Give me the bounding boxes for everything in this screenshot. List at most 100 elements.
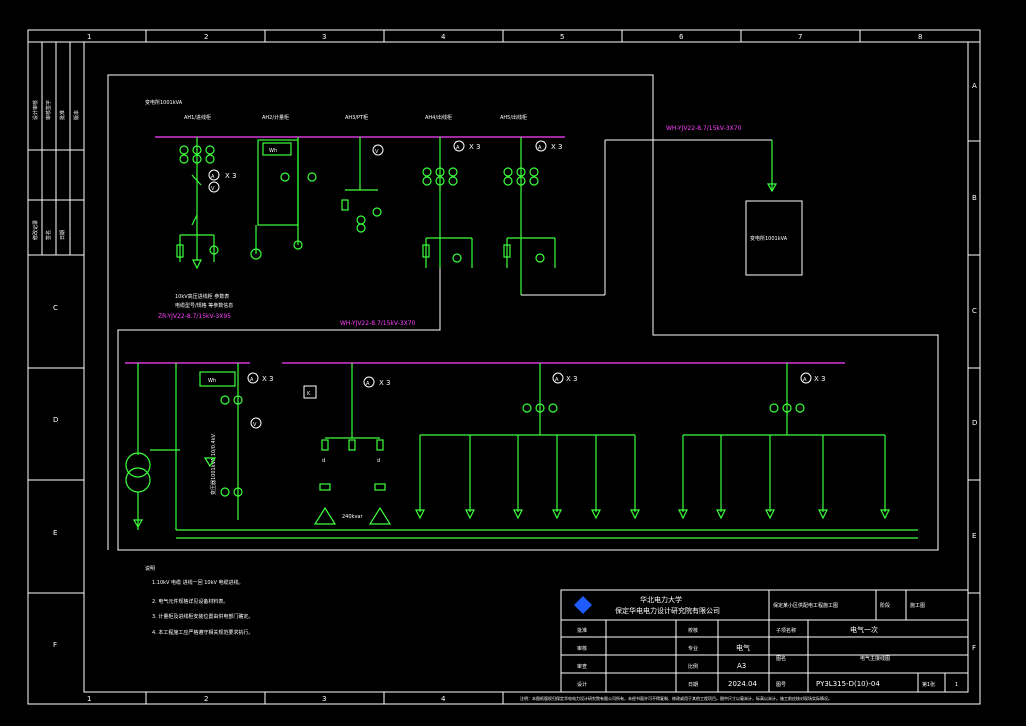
sub-project-label: 子项名称 <box>776 627 796 634</box>
left-note: 10kV高压进线柜 参数表 <box>175 293 229 300</box>
sub-project-value: 电气一次 <box>850 625 878 634</box>
note-item: 1.10kV 电缆 进线一回 10kV 电缆进线。 <box>152 579 244 586</box>
note-item: 4. 本工程施工应严格遵守相关规范要求执行。 <box>152 629 253 636</box>
k-label: K <box>307 391 311 397</box>
left-letter: E <box>53 529 57 537</box>
right-letter: C <box>972 307 977 315</box>
left-letter: F <box>53 641 57 649</box>
strip-label: 签名 <box>45 230 52 240</box>
remote-box-label: 变电所1001kVA <box>750 235 788 242</box>
stage-label: 阶段 <box>880 602 890 609</box>
top-ruler: 1 2 3 4 5 6 7 8 <box>28 30 980 43</box>
ammeter-cap: A X 3 <box>363 376 390 388</box>
bottom-number: 3 <box>322 695 326 703</box>
drawing-no-value: PY3L315-D(10)-04 <box>816 680 880 688</box>
right-letter: E <box>972 532 976 540</box>
upper-title: 变电所1001kVA <box>145 99 183 106</box>
voltmeter-lv: V <box>250 417 262 429</box>
svg-text:X 3: X 3 <box>469 143 480 151</box>
cable-label-mid: WH-YJV22-8.7/15kV-3X70 <box>340 320 416 327</box>
strip-label: 批准 <box>59 110 66 120</box>
org-sub: 保定华电电力设计研究院有限公司 <box>615 606 720 615</box>
cabinet-1-circuit <box>176 137 219 270</box>
notes-heading: 说明 <box>145 565 155 572</box>
capacitor-bank: K d d <box>303 363 392 525</box>
svg-text:V: V <box>211 186 215 192</box>
title-block <box>560 589 969 693</box>
note-item: 3. 计量柜及进线柜安装位置由供电部门确定。 <box>152 613 253 620</box>
ammeter-f1: A X 3 <box>552 372 577 384</box>
note-item: 2. 电气元件规格详见设备材料表。 <box>152 598 228 605</box>
svg-text:A: A <box>538 145 542 151</box>
strip-label: 审核签字 <box>45 100 52 120</box>
ammeter-f2: A X 3 <box>800 372 825 384</box>
bottom-ruler: 1 2 3 4 <box>87 692 504 704</box>
bottom-number: 1 <box>87 695 91 703</box>
svg-text:A: A <box>366 381 370 387</box>
top-number: 6 <box>679 33 684 41</box>
ammeter-lv: A X 3 <box>247 372 273 384</box>
wh-meter-label: Wh <box>208 378 216 384</box>
svg-text:X 3: X 3 <box>814 375 825 383</box>
svg-text:X 3: X 3 <box>551 143 562 151</box>
top-number: 7 <box>798 33 802 41</box>
ammeter-a4: A X 3 <box>453 140 480 152</box>
drawing-canvas: 1 2 3 4 5 6 7 8 1 2 3 4 A B C D E F 设计审核… <box>27 29 981 705</box>
row-label: 审查 <box>577 663 587 670</box>
right-letter: D <box>972 419 977 427</box>
top-number: 4 <box>441 33 446 41</box>
strip-label: 修改记录 <box>32 220 39 240</box>
svg-text:X 3: X 3 <box>566 375 577 383</box>
top-number: 3 <box>322 33 326 41</box>
feeder-group-1 <box>415 363 640 520</box>
svg-text:d: d <box>377 458 380 464</box>
transformer <box>125 363 180 530</box>
paper-value: A3 <box>737 662 746 670</box>
right-letter: F <box>972 644 976 652</box>
mid-label: 校核 <box>688 627 698 634</box>
feeder-group-2 <box>678 363 890 520</box>
left-letter: C <box>53 304 58 312</box>
strip-label: 日期 <box>60 230 66 240</box>
cap-note: 240kvar <box>342 514 363 520</box>
cabinet-label: AH2/计量柜 <box>262 114 289 121</box>
drawing-no-label: 图号 <box>776 682 786 688</box>
date-value: 2024.04 <box>728 680 757 688</box>
ammeter-a5: A X 3 <box>535 140 562 152</box>
row-label: 审核 <box>577 645 587 652</box>
page-value: 1 <box>955 682 958 688</box>
stage-value: 施工图 <box>910 602 925 609</box>
cabinet-label: AH3/PT柜 <box>345 114 368 121</box>
cabinet-4-circuit <box>422 137 473 268</box>
project-label: 保定某小区供配电工程施工图 <box>773 602 838 609</box>
inner-frame <box>83 41 969 693</box>
row-label: 设计 <box>577 681 587 688</box>
discipline-value: 电气 <box>736 643 750 652</box>
drawing-value: 电气主接线图 <box>860 655 890 662</box>
voltmeter-v1: V <box>208 181 220 193</box>
strip-label: 版本 <box>73 110 80 120</box>
drawing-label: 图名 <box>776 655 786 662</box>
ammeter-a1: A X 3 <box>208 169 236 181</box>
cabinet-label: AH1/进线柜 <box>184 114 211 121</box>
voltmeter-v3: V <box>372 144 384 156</box>
upper-switchgear-boundary <box>107 74 939 551</box>
top-number: 2 <box>204 33 208 41</box>
svg-text:A: A <box>803 377 807 383</box>
page-label: 第1张 <box>922 681 935 688</box>
row-label: 批准 <box>577 627 587 634</box>
svg-text:X 3: X 3 <box>225 172 236 180</box>
left-letter: D <box>53 416 58 424</box>
cabinet-5-circuit <box>503 137 778 296</box>
svg-text:X 3: X 3 <box>262 375 273 383</box>
strip-label: 设计审核 <box>32 100 39 120</box>
top-number: 1 <box>87 33 91 41</box>
org-logo-icon <box>574 596 592 614</box>
svg-text:A: A <box>456 145 460 151</box>
svg-text:V: V <box>375 149 379 155</box>
bottom-number: 4 <box>441 695 446 703</box>
mid-label: 比例 <box>688 663 698 670</box>
top-number: 5 <box>560 33 564 41</box>
lv-incomer-circuit: Wh <box>199 363 243 520</box>
cable-label-right: WH-YJV22-8.7/15kV-3X70 <box>666 125 742 132</box>
